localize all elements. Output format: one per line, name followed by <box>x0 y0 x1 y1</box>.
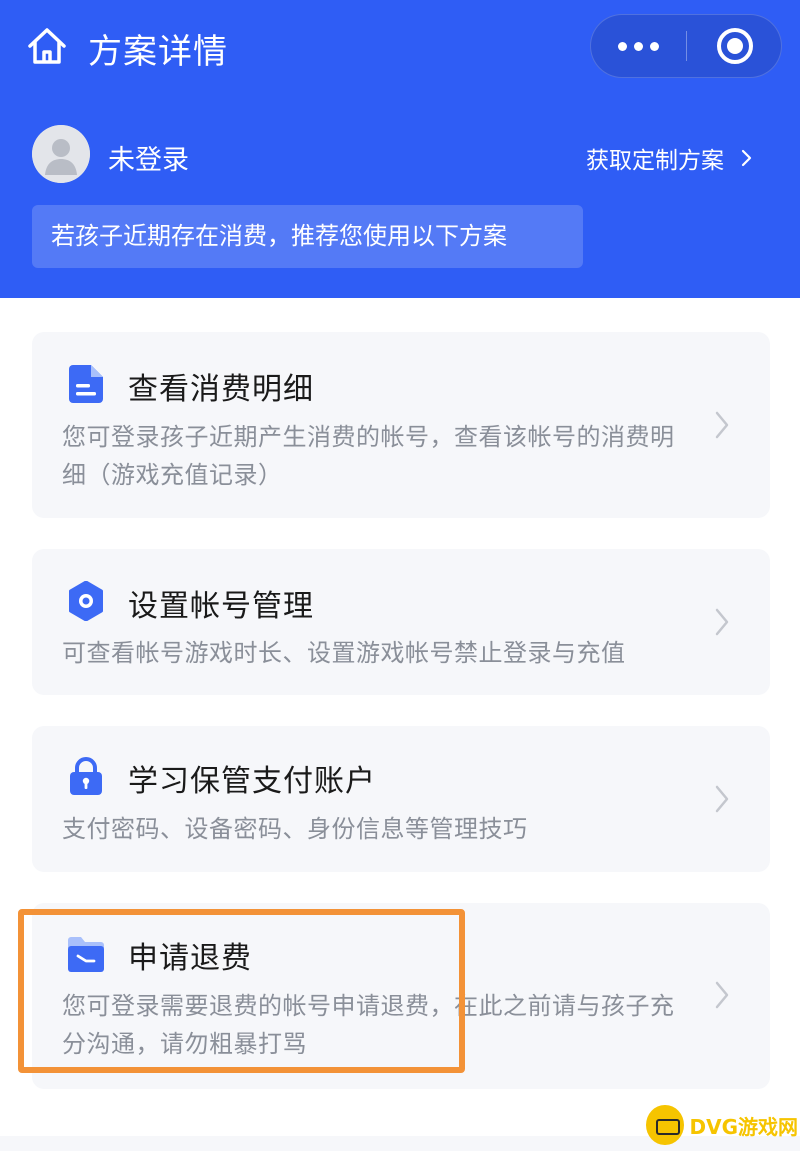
watermark-text: DVG游戏网 <box>689 1114 799 1139</box>
document-icon <box>69 365 103 403</box>
chevron-right-icon <box>715 608 729 636</box>
chevron-right-icon <box>741 149 752 167</box>
card-description: 可查看帐号游戏时长、设置游戏帐号禁止登录与充值 <box>62 639 626 667</box>
card-view-consumption[interactable]: 查看消费明细 您可登录孩子近期产生消费的帐号，查看该帐号的消费明细（游戏充值记录… <box>32 332 770 518</box>
card-title: 学习保管支付账户 <box>128 764 376 799</box>
gamepad-icon <box>646 1105 684 1145</box>
chevron-right-icon <box>715 981 729 1009</box>
home-icon[interactable] <box>26 26 68 66</box>
highlight-box <box>18 909 465 1073</box>
gear-icon <box>69 581 103 621</box>
lock-icon <box>70 757 102 795</box>
card-description: 支付密码、设备密码、身份信息等管理技巧 <box>62 815 528 843</box>
card-title: 设置帐号管理 <box>128 589 314 624</box>
default-avatar-icon[interactable] <box>32 125 90 183</box>
target-icon[interactable] <box>717 28 753 64</box>
page-title: 方案详情 <box>88 32 228 72</box>
card-description: 您可登录孩子近期产生消费的帐号，查看该帐号的消费明细（游戏充值记录） <box>62 423 675 489</box>
more-dots-icon[interactable] <box>591 15 686 77</box>
watermark: DVG游戏网 <box>646 1103 798 1147</box>
card-payment-account[interactable]: 学习保管支付账户 支付密码、设备密码、身份信息等管理技巧 <box>32 726 770 872</box>
chevron-right-icon <box>715 785 729 813</box>
get-plan-label: 获取定制方案 <box>586 148 724 174</box>
header-bar: 方案详情 未登录 获取定制方案 若孩子近期存在消费，推荐您使用以下方案 <box>0 0 800 298</box>
card-title: 查看消费明细 <box>128 372 314 407</box>
notice-banner: 若孩子近期存在消费，推荐您使用以下方案 <box>32 205 583 268</box>
username-label[interactable]: 未登录 <box>108 138 189 177</box>
chevron-right-icon <box>715 411 729 439</box>
card-account-settings[interactable]: 设置帐号管理 可查看帐号游戏时长、设置游戏帐号禁止登录与充值 <box>32 549 770 695</box>
mini-program-capsule <box>590 14 782 78</box>
capsule-divider <box>686 31 687 61</box>
get-plan-link[interactable]: 获取定制方案 <box>586 141 756 175</box>
